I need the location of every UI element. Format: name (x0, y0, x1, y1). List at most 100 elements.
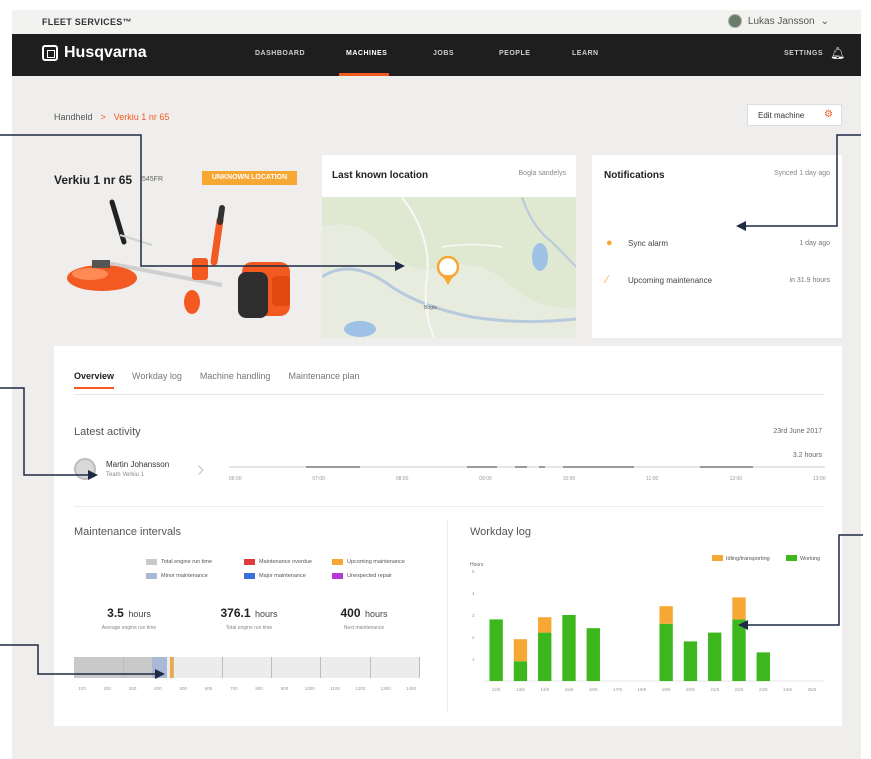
notification-label: Upcoming maintenance (628, 275, 713, 285)
bar-idling-transporting[interactable] (513, 639, 528, 662)
y-axis-label: Hours (470, 562, 484, 568)
axis-tick-label: 400 (154, 686, 162, 691)
timeline-segment (562, 466, 635, 468)
location-pin-icon: ● (606, 237, 613, 249)
x-tick-label: 16/6 (589, 687, 598, 692)
maintenance-legend-item: Minor maintenance (146, 573, 208, 579)
edit-machine-label: Edit machine (758, 110, 805, 120)
bar-working[interactable] (659, 623, 673, 681)
x-tick-label: 25/6 (807, 687, 816, 692)
axis-tick-label: 100 (78, 686, 86, 691)
edit-machine-button[interactable]: Edit machine ⚙ (747, 104, 842, 126)
maintenance-legend-item: Unexpected repair (332, 573, 392, 579)
timeline-tick: 08:00 (395, 476, 409, 482)
stat-unit: hours (254, 609, 278, 619)
bar-working[interactable] (513, 661, 528, 681)
axis-tick-label: 1400 (405, 686, 417, 691)
chevron-right-icon[interactable]: › (197, 456, 204, 482)
nav-learn[interactable]: LEARN (572, 50, 599, 57)
tab-workday-log[interactable]: Workday log (132, 371, 182, 389)
activity-date: 23rd June 2017 (773, 428, 822, 435)
x-tick-label: 12/6 (492, 687, 501, 692)
notification-time: 1 day ago (799, 239, 830, 247)
timeline-segment (467, 466, 498, 468)
stat-value: 3.5 (107, 606, 124, 620)
bar-working[interactable] (756, 652, 770, 681)
workday-log-title: Workday log (470, 526, 531, 538)
legend-swatch (332, 559, 343, 565)
x-tick-label: 14/6 (540, 687, 549, 692)
stat-value: 376.1 (220, 606, 251, 620)
notification-upcoming-maintenance[interactable]: ⁄ Upcoming maintenance in 31.9 hours (606, 274, 830, 286)
nav-people[interactable]: PEOPLE (499, 50, 530, 57)
bar-idling-transporting[interactable] (538, 617, 552, 633)
x-tick-label: 22/6 (735, 687, 744, 692)
notification-label: Sync alarm (628, 238, 669, 248)
timeline-segment (699, 466, 754, 468)
fleet-services-brand: FLEET SERVICES™ (42, 17, 132, 27)
nav-active-indicator (339, 73, 389, 76)
bar-working[interactable] (538, 632, 552, 681)
stat-total-run-time: 376.1 hours Total engine run time (194, 604, 304, 631)
stat-label: Total engine run time (225, 625, 273, 631)
bell-icon[interactable]: 🔔︎ (830, 46, 845, 60)
breadcrumb-current: Verkiu 1 nr 65 (113, 112, 170, 122)
bar-idling-transporting[interactable] (659, 606, 673, 624)
tab-maintenance-plan[interactable]: Maintenance plan (288, 371, 359, 389)
interval-line (419, 657, 420, 678)
y-tick-label: 5 (472, 569, 475, 574)
x-tick-label: 24/6 (783, 687, 792, 692)
timeline-tick: 11:00 (646, 476, 659, 482)
activity-timeline: 06:00 07:00 08:00 09:00 10:00 11:00 12:00 13:00 (229, 466, 826, 488)
stat-unit: hours (364, 609, 388, 619)
axis-tick-label: 200 (103, 686, 112, 691)
map-town-label: Bogla (424, 305, 437, 311)
operator-name[interactable]: Martin Johansson (106, 460, 169, 469)
x-tick-label: 20/6 (686, 687, 695, 692)
bar-working[interactable] (489, 619, 503, 681)
x-tick-label: 23/6 (759, 687, 768, 692)
tab-machine-handling[interactable]: Machine handling (200, 371, 271, 389)
x-tick-label: 21/6 (710, 687, 719, 692)
legend-swatch (712, 555, 723, 561)
husqvarna-logo[interactable]: Husqvarna (42, 44, 147, 62)
user-name: Lukas Jansson (747, 15, 815, 27)
timeline-tick: 12:00 (729, 476, 743, 482)
timeline-tick: 13:00 (813, 476, 826, 482)
nav-machines[interactable]: MACHINES (346, 50, 387, 57)
bar-working[interactable] (708, 632, 722, 681)
nav-dashboard[interactable]: DASHBOARD (255, 50, 305, 57)
callout-arrow-location (0, 134, 405, 271)
nav-jobs[interactable]: JOBS (433, 50, 454, 57)
user-menu[interactable]: Lukas Jansson ⌄ (727, 14, 829, 28)
y-tick-label: 3 (472, 613, 475, 618)
nav-settings[interactable]: SETTINGS (784, 50, 823, 57)
breadcrumb-parent[interactable]: Handheld (54, 112, 93, 122)
axis-tick-label: 700 (230, 686, 238, 691)
axis-tick-label: 800 (255, 686, 263, 691)
axis-tick-label: 1100 (330, 686, 340, 691)
main-navbar: Husqvarna DASHBOARD MACHINES JOBS PEOPLE… (12, 34, 861, 76)
axis-tick-label: 600 (204, 686, 213, 691)
page: FLEET SERVICES™ Lukas Jansson ⌄ Husqvarn… (0, 10, 863, 759)
x-tick-label: 17/6 (613, 687, 622, 692)
user-avatar (727, 14, 742, 28)
legend-swatch (244, 559, 255, 565)
notification-time: in 31.9 hours (789, 276, 830, 284)
legend-swatch (332, 573, 343, 579)
y-tick-label: 1 (472, 657, 475, 662)
callout-arrow-notifications (736, 134, 861, 231)
column-divider (447, 521, 448, 711)
bar-working[interactable] (683, 641, 698, 681)
bar-working[interactable] (562, 615, 576, 681)
stat-label: Next maintenance (343, 625, 385, 631)
logo-text: Husqvarna (64, 44, 147, 61)
stat-value: 400 (340, 606, 361, 620)
bar-working[interactable] (586, 628, 600, 681)
gear-icon: ⚙ (824, 109, 833, 120)
interval-line (221, 657, 223, 678)
x-tick-label: 19/6 (662, 687, 671, 692)
chevron-down-icon: ⌄ (820, 15, 829, 27)
maintenance-legend-item: Upcoming maintenance (332, 559, 405, 565)
callout-arrow-workday (738, 534, 863, 630)
